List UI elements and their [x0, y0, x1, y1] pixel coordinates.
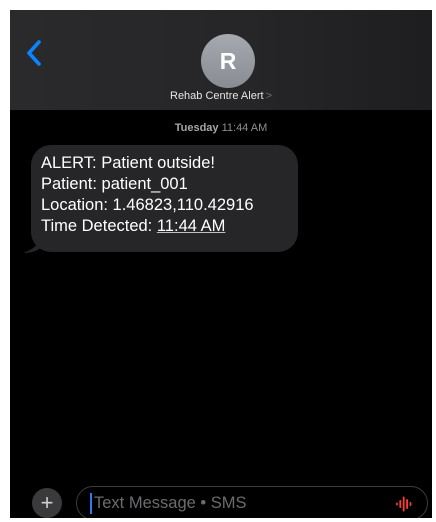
timestamp-time: 11:44 AM: [221, 122, 268, 134]
time-detected-link[interactable]: 11:44 AM: [157, 217, 226, 235]
received-message-bubble[interactable]: ALERT: Patient outside! Patient: patient…: [31, 145, 298, 252]
message-line-patient: Patient: patient_001: [41, 175, 188, 193]
waveform-icon[interactable]: [395, 495, 413, 513]
contact-avatar[interactable]: R: [201, 34, 255, 88]
add-attachment-button[interactable]: +: [32, 488, 62, 518]
contact-initial: R: [219, 47, 237, 74]
back-chevron-icon[interactable]: [24, 38, 46, 68]
contact-name: Rehab Centre Alert: [170, 90, 264, 102]
text-cursor: [90, 493, 92, 514]
message-line-alert: ALERT: Patient outside!: [41, 154, 215, 172]
messages-screen: R Rehab Centre Alert > Tuesday 11:44 AM A…: [10, 10, 432, 518]
message-line-time: Time Detected: 11:44 AM: [41, 216, 298, 237]
contact-name-button[interactable]: Rehab Centre Alert >: [10, 90, 432, 102]
message-line-location: Location: 1.46823,110.42916: [41, 196, 254, 214]
message-input[interactable]: Text Message • SMS: [76, 486, 428, 518]
message-input-placeholder: Text Message • SMS: [94, 494, 247, 512]
time-detected-label: Time Detected:: [41, 217, 157, 235]
message-timestamp: Tuesday 11:44 AM: [10, 122, 432, 134]
chevron-right-icon: >: [265, 90, 272, 102]
timestamp-day: Tuesday: [174, 122, 219, 134]
plus-icon: +: [40, 490, 54, 515]
